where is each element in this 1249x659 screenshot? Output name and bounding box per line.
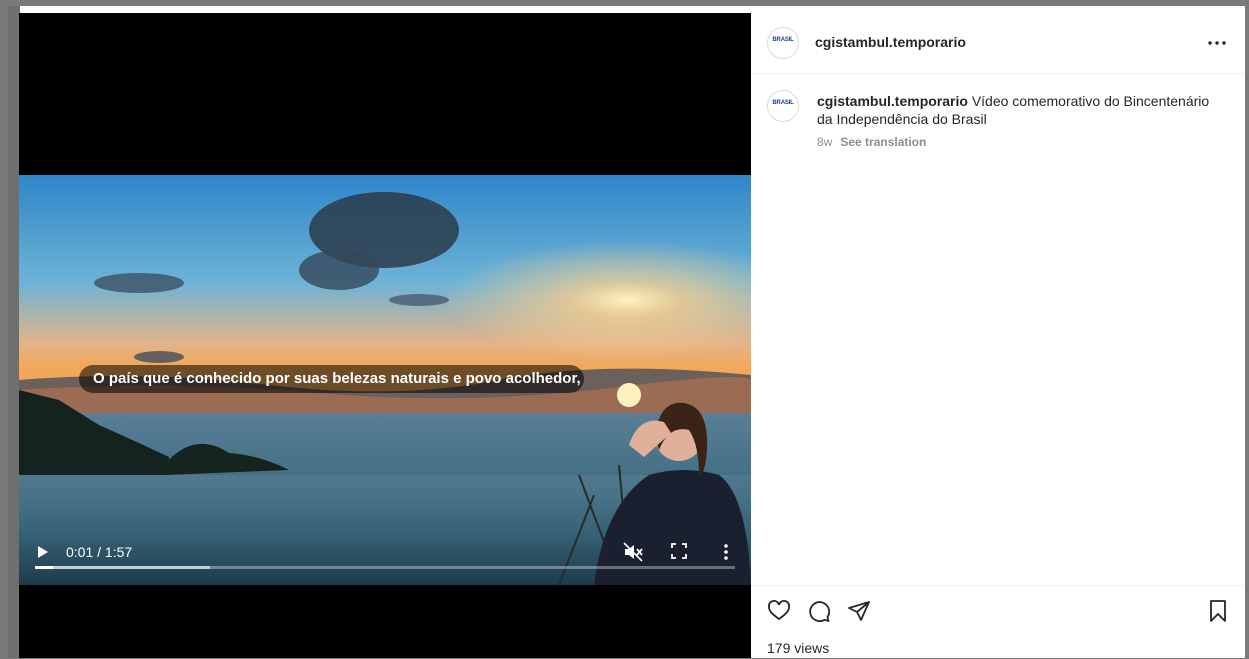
video-progress-fill [35,566,53,569]
fullscreen-icon[interactable] [669,541,689,561]
post-age: 8w [817,135,833,149]
video-subtitle: O país que é conhecido por suas belezas … [79,365,584,393]
video-progress-bar[interactable] [35,566,735,569]
video-buffered [35,566,210,569]
caption-meta: 8w See translation [817,135,926,149]
video-controls: 0:01 / 1:57 [19,523,751,583]
caption-avatar[interactable]: BRASIL [767,90,799,122]
play-icon[interactable] [35,543,51,561]
caption-username[interactable]: cgistambul.temporario [817,93,968,109]
post-author-username[interactable]: cgistambul.temporario [815,34,966,50]
post-header: BRASIL cgistambul.temporario [751,13,1245,74]
caption-avatar-logo-text: BRASIL [772,100,794,106]
more-vertical-icon[interactable] [719,541,733,563]
avatar[interactable]: BRASIL [767,27,799,59]
post-caption: cgistambul.temporario Vídeo comemorativo… [817,92,1217,128]
share-icon[interactable] [847,599,871,623]
comment-icon[interactable] [807,599,831,623]
more-horizontal-icon[interactable] [1206,35,1228,51]
avatar-logo-text: BRASIL [772,37,794,43]
see-translation-link[interactable]: See translation [840,135,926,149]
bookmark-icon[interactable] [1206,599,1230,623]
video-time: 0:01 / 1:57 [66,544,133,560]
heart-icon[interactable] [767,599,791,623]
video-player[interactable]: O país que é conhecido por suas belezas … [19,13,751,658]
post-details-panel: BRASIL cgistambul.temporario BRASIL cgis… [751,13,1245,658]
mute-icon[interactable] [622,541,644,563]
post-actions: 179 views [751,585,1245,659]
views-count: 179 views [767,640,830,656]
